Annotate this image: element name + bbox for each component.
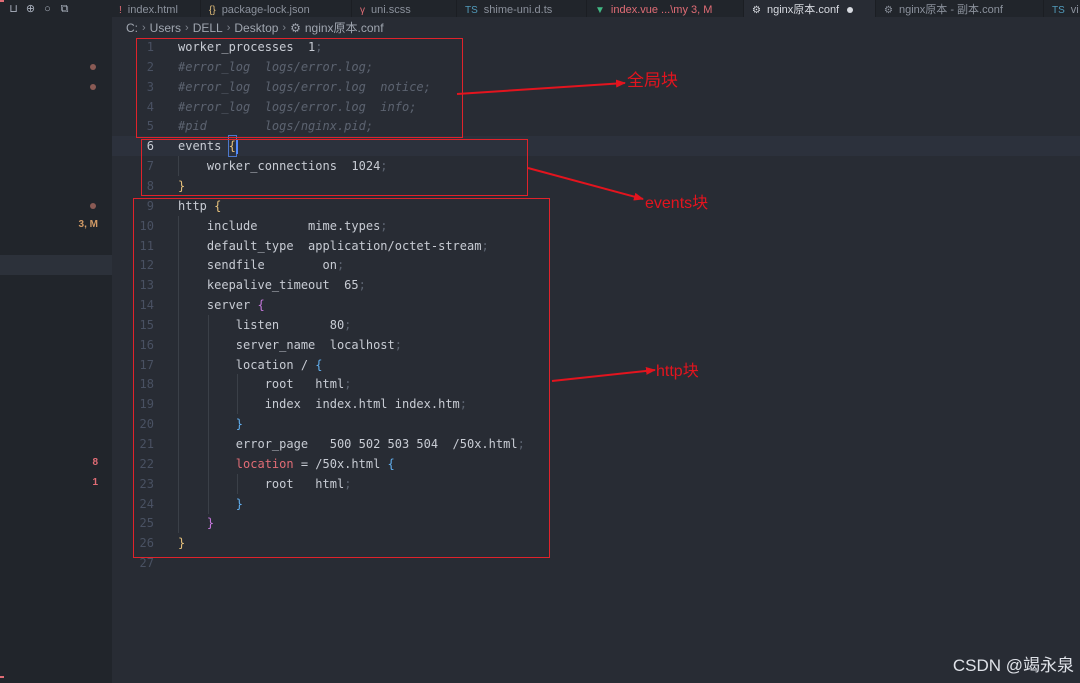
http-block-label: http块: [656, 363, 699, 380]
annotation-arrows: [456, 79, 656, 382]
http-arrow: [551, 366, 656, 382]
global-arrow: [456, 79, 626, 95]
events-block-label: events块: [645, 195, 709, 212]
watermark: CSDN @竭永泉: [952, 656, 1074, 675]
events-arrow: [527, 167, 644, 201]
global-block-label: 全局块: [627, 71, 678, 90]
